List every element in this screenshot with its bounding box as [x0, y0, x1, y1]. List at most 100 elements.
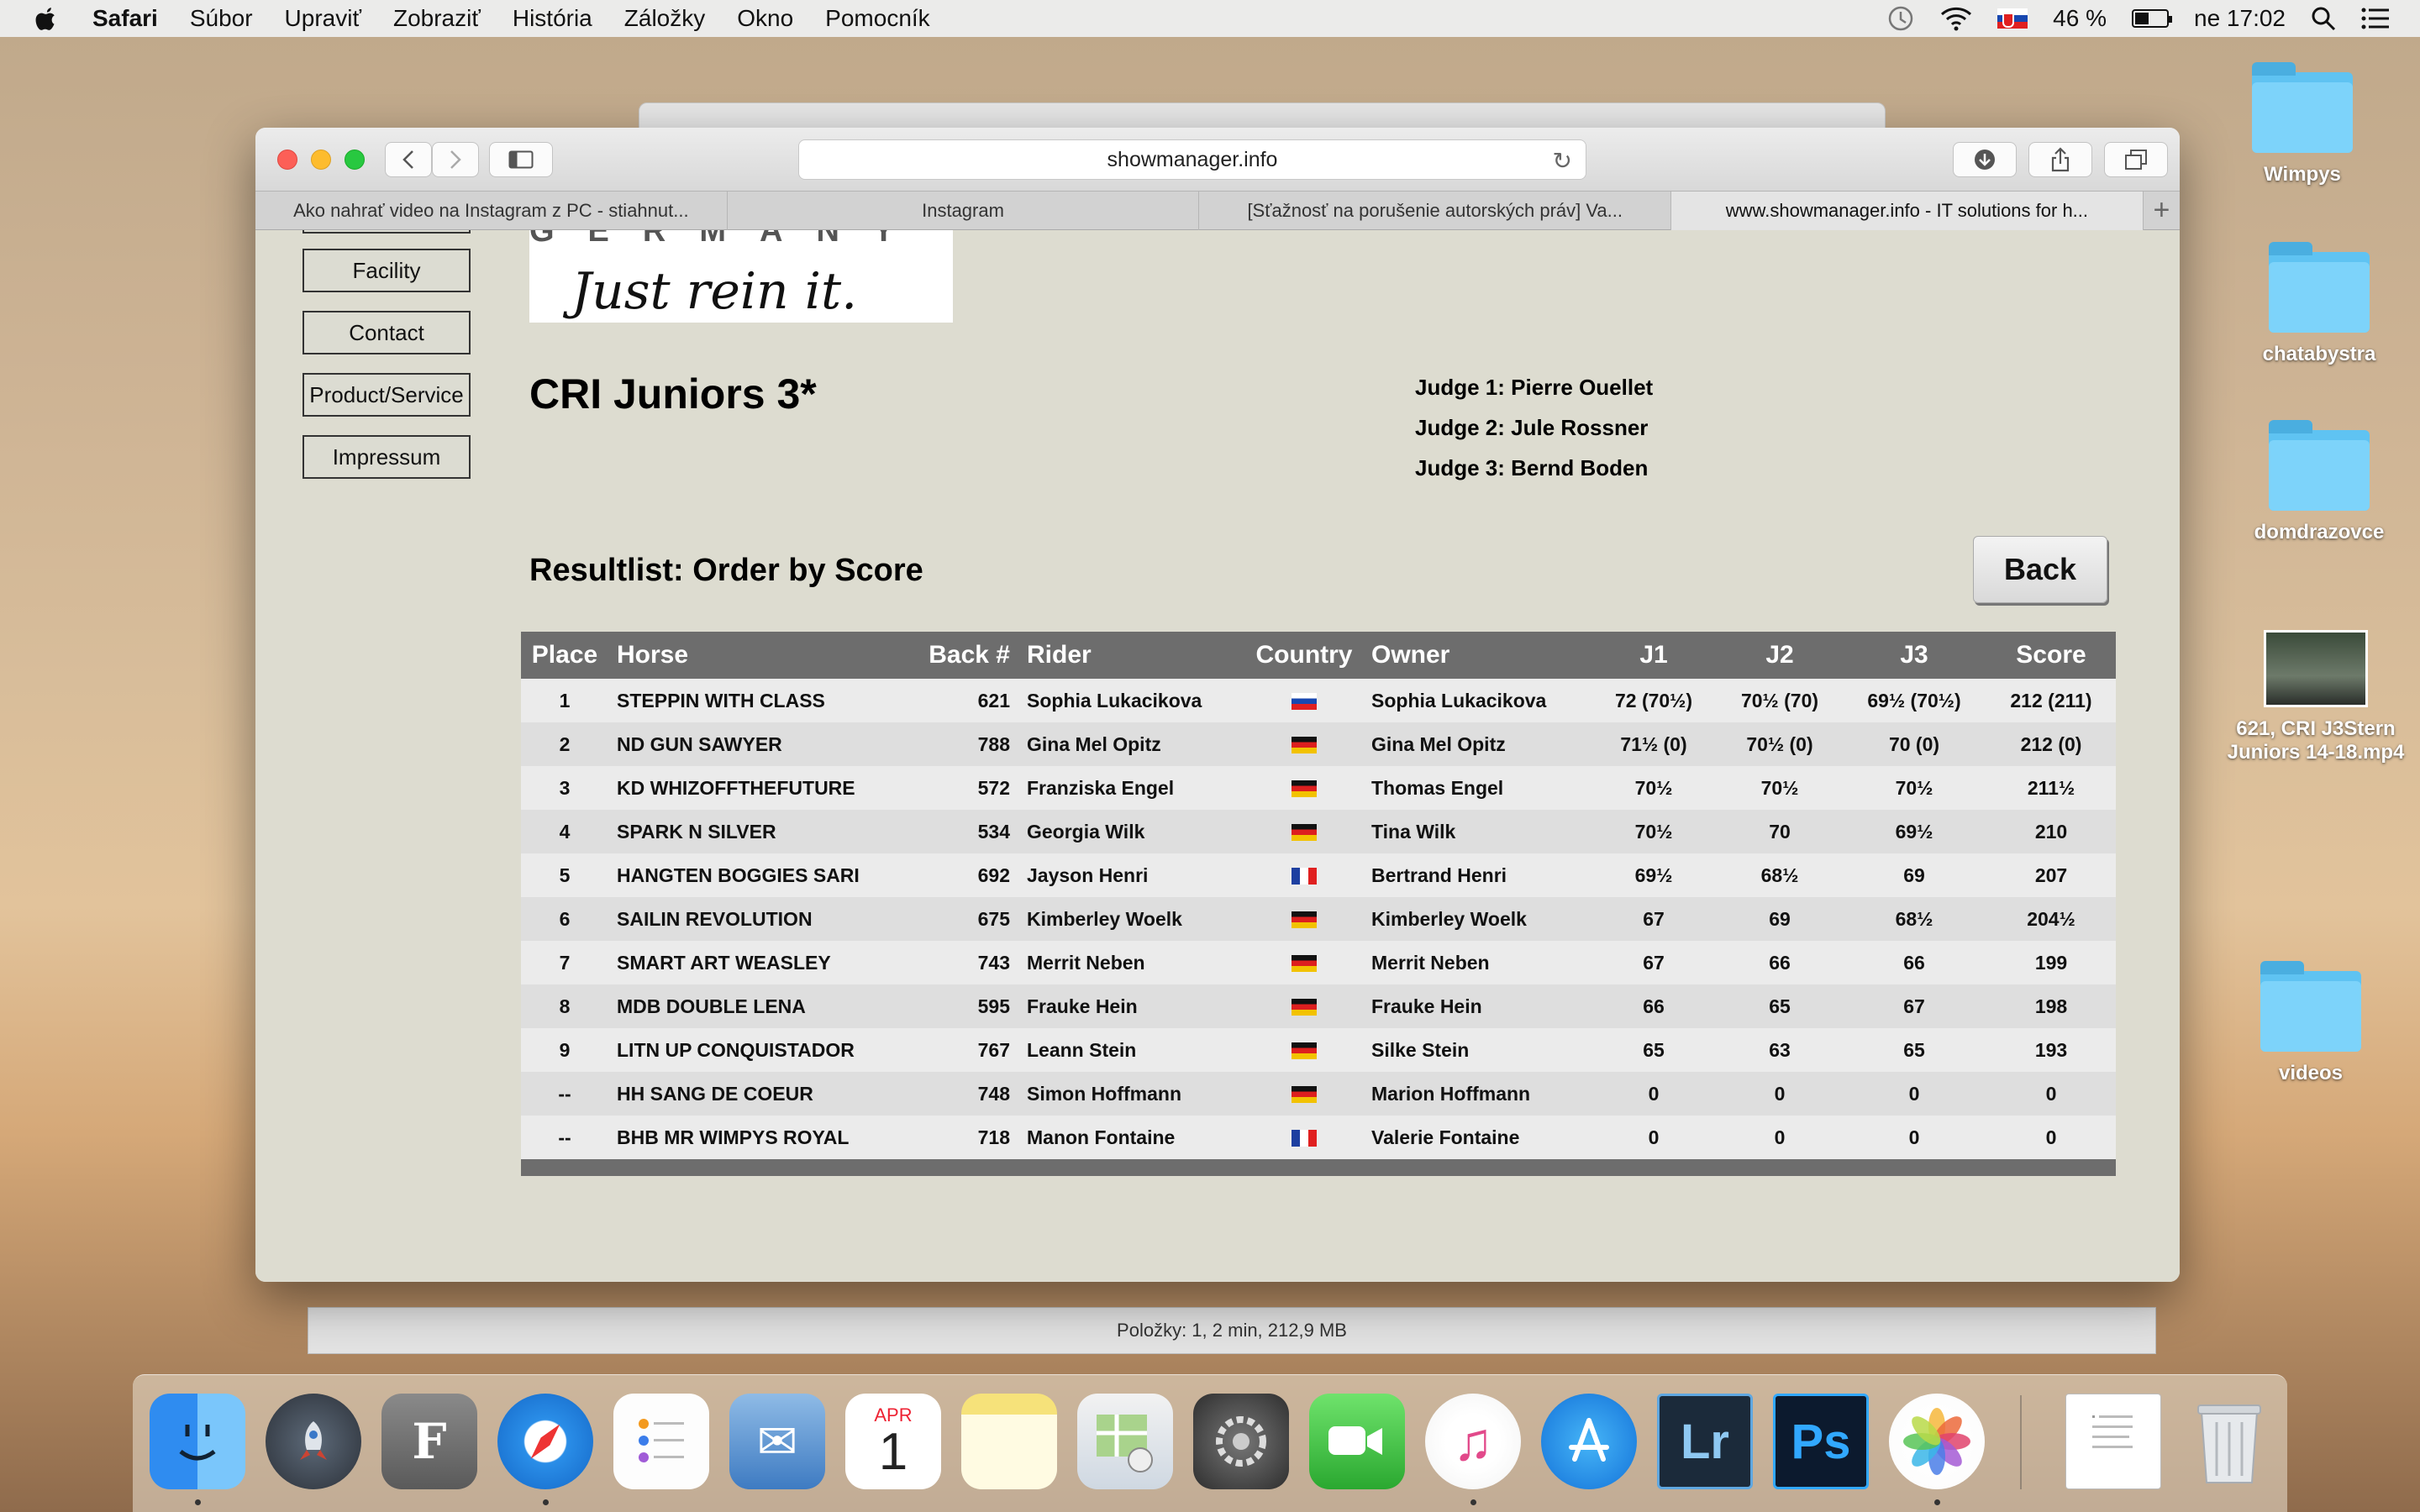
battery-percent[interactable]: 46 %: [2053, 5, 2107, 32]
app-store-icon[interactable]: [1541, 1394, 1637, 1489]
itunes-icon[interactable]: ♫: [1425, 1394, 1521, 1489]
result-rider: Manon Fontaine: [1018, 1116, 1245, 1159]
input-source-flag-icon[interactable]: [1997, 8, 2028, 29]
desktop-folder-chatabystra[interactable]: chatabystra: [2235, 242, 2403, 366]
country-flag-icon: [1292, 868, 1317, 885]
result-j2: 70½ (0): [1718, 722, 1842, 766]
result-score: 211½: [1986, 766, 2116, 810]
minimize-window-icon[interactable]: [311, 150, 331, 170]
menu-help[interactable]: Pomocník: [825, 5, 930, 32]
dock-running-indicator: [1934, 1499, 1940, 1505]
reminders-icon[interactable]: [613, 1394, 709, 1489]
browser-tab[interactable]: Ako nahrať video na Instagram z PC - sti…: [255, 192, 728, 230]
launchpad-icon[interactable]: [266, 1394, 361, 1489]
close-window-icon[interactable]: [277, 150, 297, 170]
sidebar-item-impressum[interactable]: Impressum: [302, 435, 471, 479]
result-place: 4: [521, 810, 608, 853]
result-owner: Marion Hoffmann: [1363, 1072, 1590, 1116]
chevron-right-icon: [450, 150, 461, 169]
download-icon: [1975, 150, 1995, 170]
mail-stamp-icon[interactable]: ✉: [729, 1394, 825, 1489]
maps-icon[interactable]: [1077, 1394, 1173, 1489]
time-machine-icon[interactable]: [1886, 4, 1915, 33]
new-tab-plus-icon[interactable]: +: [2144, 192, 2180, 229]
table-row: 7 SMART ART WEASLEY 743 Merrit Neben Merrit …: [521, 941, 2116, 984]
desktop-video-file[interactable]: 621, CRI J3Stern Juniors 14-18.mp4: [2223, 630, 2408, 764]
result-j2: 68½: [1718, 853, 1842, 897]
result-owner: Gina Mel Opitz: [1363, 722, 1590, 766]
result-j1: 67: [1590, 897, 1718, 941]
menu-app-safari[interactable]: Safari: [92, 5, 158, 32]
result-j3: 69½ (70½): [1842, 679, 1986, 722]
desktop-folder-videos[interactable]: videos: [2227, 961, 2395, 1085]
font-book-icon[interactable]: F: [381, 1394, 477, 1489]
share-button[interactable]: [2028, 142, 2092, 177]
result-j1: 0: [1590, 1116, 1718, 1159]
result-rider: Kimberley Woelk: [1018, 897, 1245, 941]
dock-running-indicator: [195, 1499, 201, 1505]
photoshop-icon[interactable]: Ps: [1773, 1394, 1869, 1489]
result-place: 3: [521, 766, 608, 810]
menu-file[interactable]: Súbor: [190, 5, 253, 32]
sidebar-toggle-button[interactable]: [489, 142, 553, 177]
result-j2: 66: [1718, 941, 1842, 984]
photos-icon[interactable]: [1889, 1394, 1985, 1489]
country-flag-icon: [1292, 780, 1317, 798]
col-header-j1: J1: [1590, 632, 1718, 679]
sidebar-item-contact[interactable]: Contact: [302, 311, 471, 354]
col-header-owner: Owner: [1363, 632, 1590, 679]
desktop-folder-wimpys[interactable]: Wimpys: [2218, 62, 2386, 186]
downloads-button[interactable]: [1953, 142, 2017, 177]
browser-tab-active[interactable]: www.showmanager.info - IT solutions for …: [1671, 192, 2144, 230]
forward-nav-button[interactable]: [432, 142, 479, 177]
tab-overview-button[interactable]: [2104, 142, 2168, 177]
table-row: -- BHB MR WIMPYS ROYAL 718 Manon Fontaine Va…: [521, 1116, 2116, 1159]
browser-tab[interactable]: Instagram: [728, 192, 1200, 230]
dock-running-indicator: [543, 1499, 549, 1505]
system-preferences-gear-icon[interactable]: [1193, 1394, 1289, 1489]
notes-icon[interactable]: [961, 1394, 1057, 1489]
address-bar[interactable]: showmanager.info ↻: [798, 139, 1586, 180]
clock[interactable]: ne 17:02: [2194, 5, 2286, 32]
menu-view[interactable]: Zobraziť: [393, 5, 481, 32]
menu-window[interactable]: Okno: [737, 5, 793, 32]
menu-bookmarks[interactable]: Záložky: [624, 5, 705, 32]
facetime-icon[interactable]: [1309, 1394, 1405, 1489]
safari-compass-icon[interactable]: [497, 1394, 593, 1489]
wifi-icon[interactable]: [1940, 6, 1972, 31]
back-nav-button[interactable]: [385, 142, 432, 177]
result-j1: 67: [1590, 941, 1718, 984]
sidebar-item-partial[interactable]: [302, 230, 471, 234]
documents-stack-icon[interactable]: [2065, 1394, 2161, 1489]
browser-tab[interactable]: [Sťažnosť na porušenie autorských práv] …: [1199, 192, 1672, 230]
judge-1: Judge 1: Pierre Ouellet: [1415, 375, 1654, 400]
result-j3: 69½: [1842, 810, 1986, 853]
zoom-window-icon[interactable]: [345, 150, 365, 170]
col-header-j2: J2: [1718, 632, 1842, 679]
reload-icon[interactable]: ↻: [1553, 147, 1572, 175]
result-j3: 66: [1842, 941, 1986, 984]
notification-center-icon[interactable]: [2361, 7, 2390, 30]
spotlight-search-icon[interactable]: [2311, 6, 2336, 31]
result-place: 7: [521, 941, 608, 984]
sidebar-item-facility[interactable]: Facility: [302, 249, 471, 292]
table-row: 9 LITN UP CONQUISTADOR 767 Leann Stein Silke…: [521, 1028, 2116, 1072]
sponsor-logo: GERMANY Just rein it.: [529, 230, 953, 323]
desktop-folder-domdrazovce[interactable]: domdrazovce: [2235, 420, 2403, 544]
menu-edit[interactable]: Upraviť: [285, 5, 361, 32]
result-rider: Simon Hoffmann: [1018, 1072, 1245, 1116]
calendar-icon[interactable]: APR 1: [845, 1394, 941, 1489]
back-button-top[interactable]: Back: [1973, 536, 2107, 603]
result-place: 1: [521, 679, 608, 722]
trash-icon[interactable]: [2181, 1394, 2277, 1489]
lightroom-icon[interactable]: Lr: [1657, 1394, 1753, 1489]
apple-menu-icon[interactable]: [35, 6, 59, 31]
menu-history[interactable]: História: [513, 5, 592, 32]
battery-icon[interactable]: [2132, 9, 2172, 28]
result-horse: SPARK N SILVER: [608, 810, 911, 853]
result-back-number: 534: [911, 810, 1018, 853]
finder-icon[interactable]: [150, 1394, 245, 1489]
sidebar-icon: [508, 150, 534, 169]
sidebar-item-product-service[interactable]: Product/Service: [302, 373, 471, 417]
result-place: --: [521, 1072, 608, 1116]
